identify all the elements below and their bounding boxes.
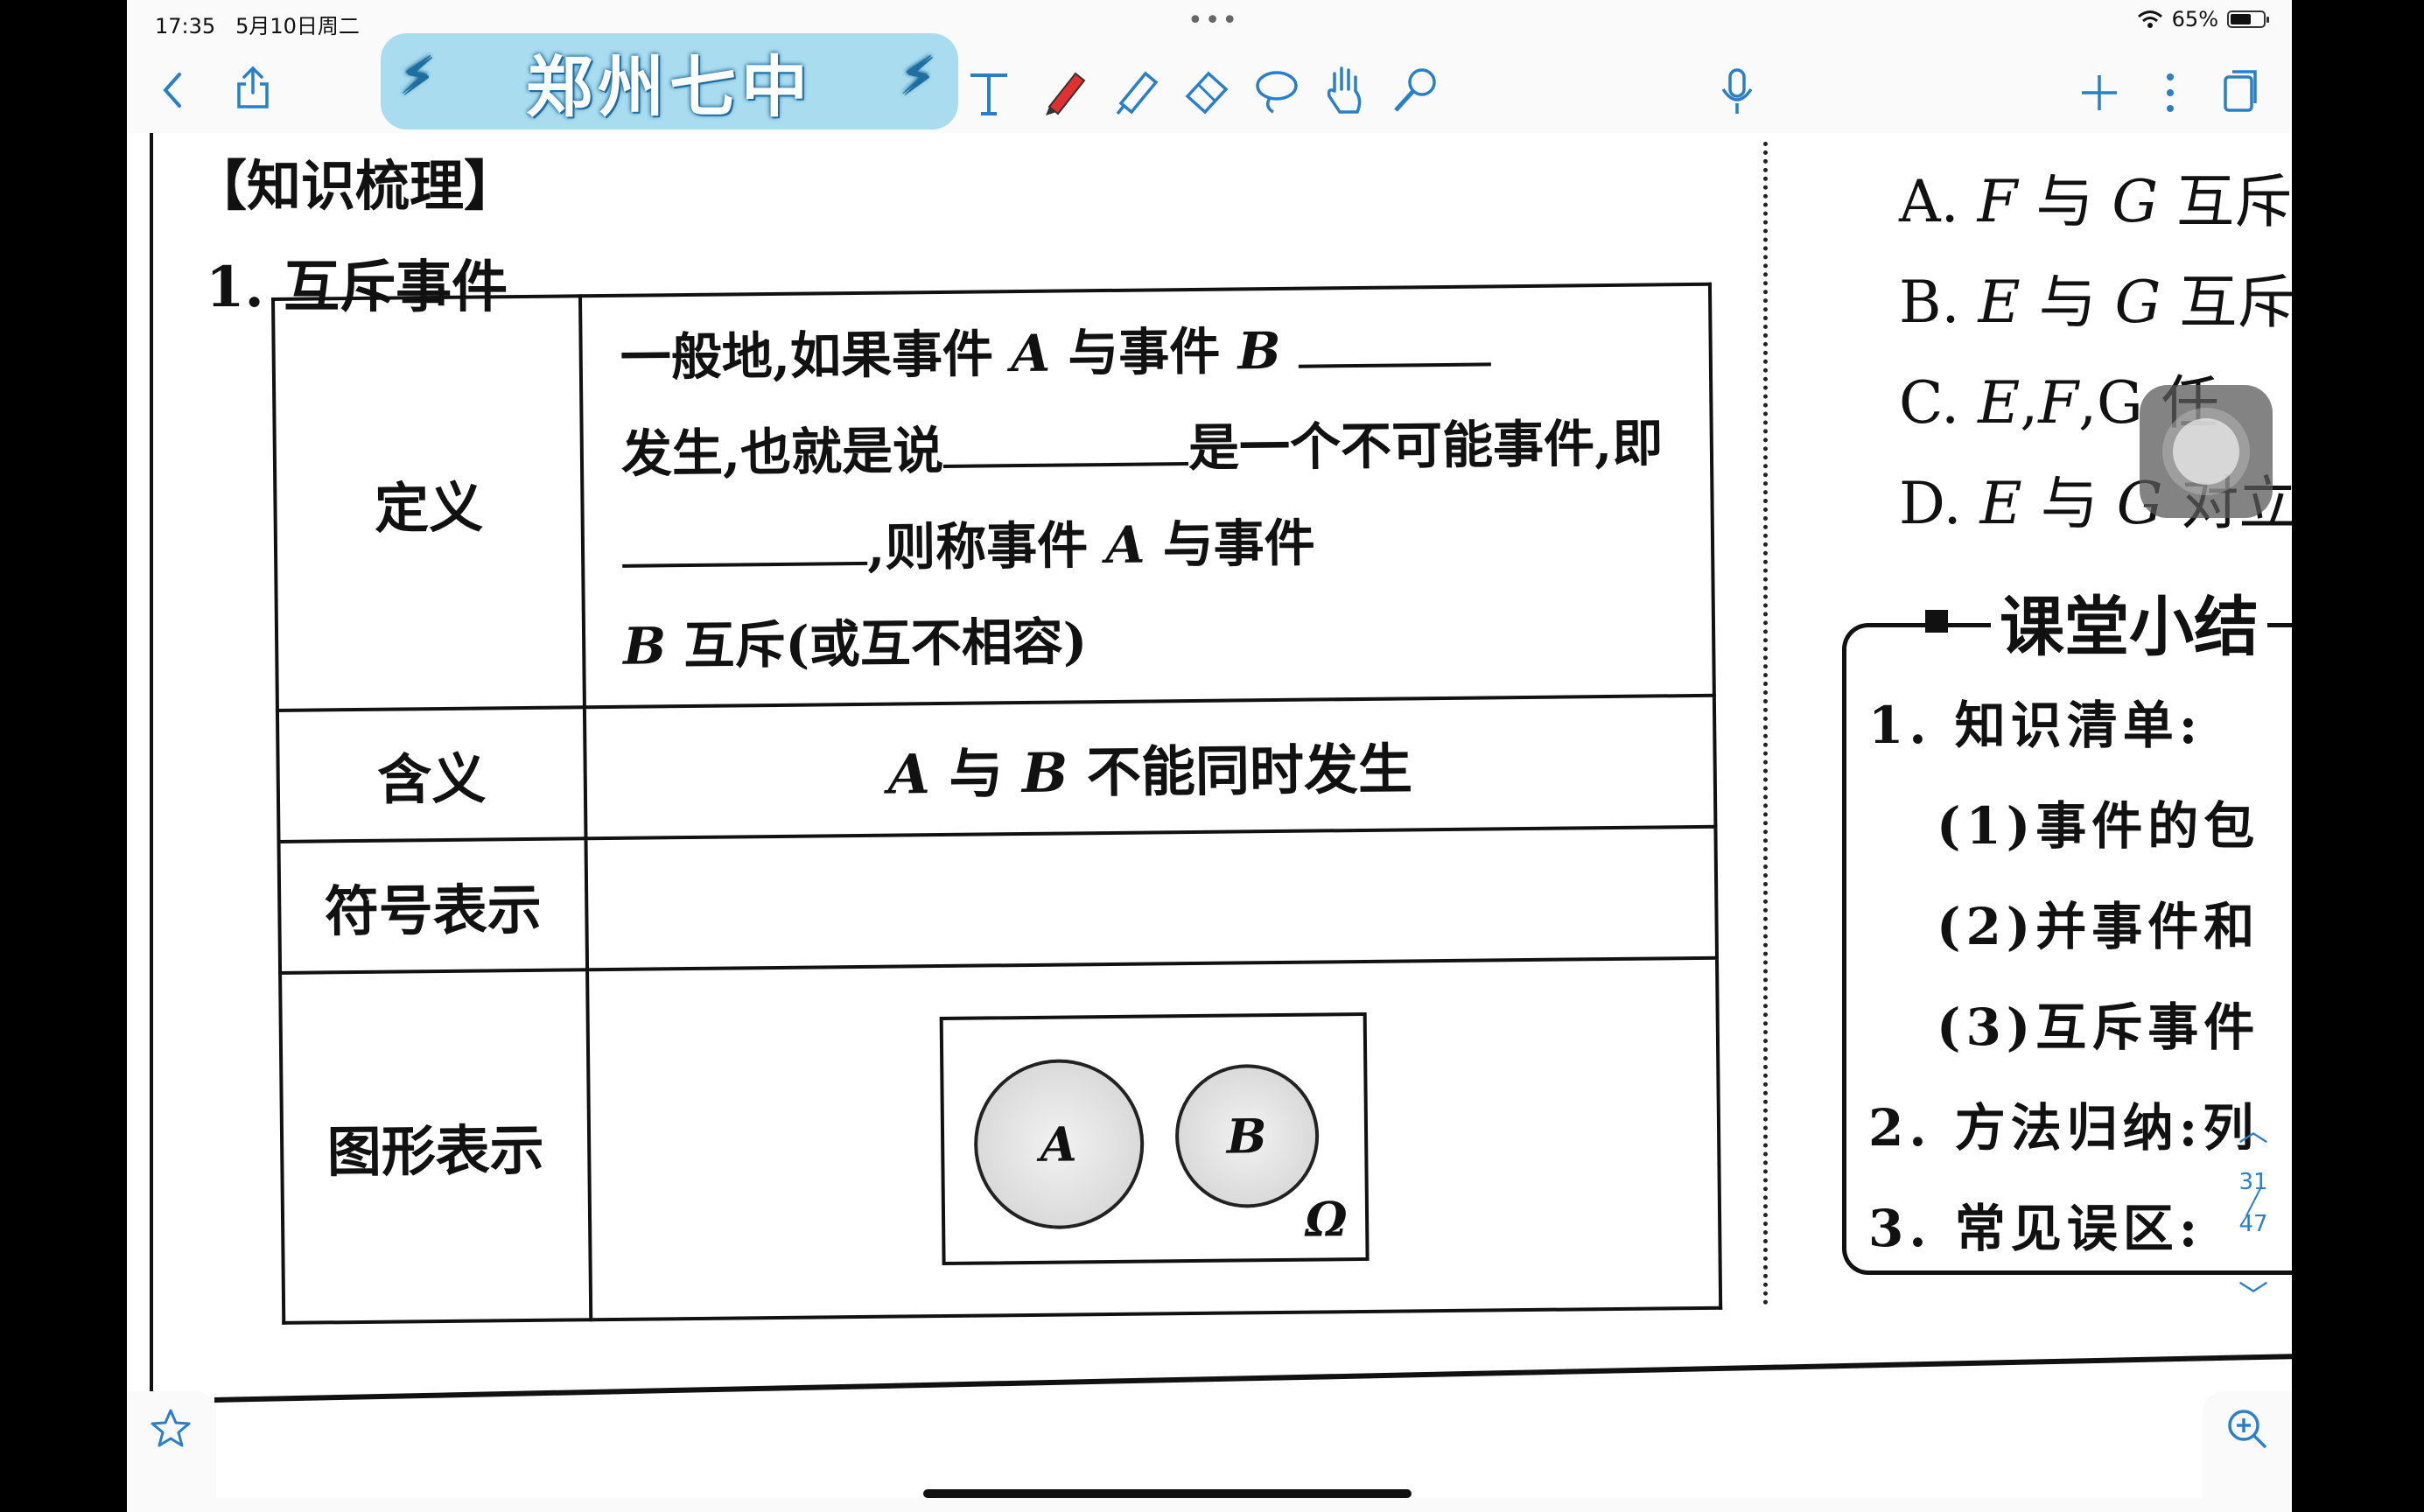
total-pages: 47 <box>2238 1211 2268 1237</box>
page-down-icon[interactable]: ﹀ <box>2227 1272 2280 1315</box>
hand-icon[interactable] <box>1322 65 1368 116</box>
venn-circle-b: B <box>1173 1063 1320 1209</box>
multitask-dots-icon[interactable]: ••• <box>1187 5 1239 36</box>
meaning-label: 含义 <box>277 707 586 842</box>
laser-pointer-icon[interactable] <box>1391 66 1440 116</box>
star-icon[interactable] <box>150 1407 192 1449</box>
symbol-cell[interactable] <box>585 826 1717 970</box>
column-divider <box>1763 142 1768 1306</box>
meaning-text: A 与 B 不能同时发生 <box>584 695 1716 839</box>
share-icon[interactable] <box>234 65 272 110</box>
highlighter-icon[interactable] <box>1112 66 1161 116</box>
summary-title: 课堂小结 <box>1991 575 2267 668</box>
left-panel-tab <box>127 1391 216 1512</box>
page-up-icon[interactable]: ︿ <box>2227 1107 2280 1150</box>
more-icon[interactable] <box>2166 72 2175 114</box>
venn-circle-a: A <box>972 1058 1145 1230</box>
time-text: 17:35 <box>155 14 216 38</box>
summary-line: 1. 知识清单: <box>1868 696 2203 755</box>
text-tool-icon[interactable] <box>967 68 1011 117</box>
add-icon[interactable] <box>2080 74 2119 112</box>
page-navigator: ︿ 31 ╱ 47 ﹀ <box>2227 1107 2280 1334</box>
pages-icon[interactable] <box>2222 68 2260 114</box>
blank-2[interactable] <box>942 408 1189 468</box>
pen-icon[interactable] <box>1040 66 1089 116</box>
status-time: 17:35 5月10日周二 <box>155 9 360 39</box>
summary-bullet <box>1925 610 1948 633</box>
right-panel-tab <box>2203 1391 2292 1512</box>
symbol-label: 符号表示 <box>278 838 588 973</box>
blank-3[interactable] <box>621 507 868 568</box>
page-border-left <box>150 133 153 1397</box>
page-bottom-rule <box>214 1353 2292 1403</box>
logo-text: 郑州七中 <box>526 48 813 126</box>
document-page: 【知识梳理】 1. 互斥事件 定义 一般地,如果事件 A 与事件 B 发生,也就… <box>127 133 2292 1498</box>
mutually-exclusive-table: 定义 一般地,如果事件 A 与事件 B 发生,也就是说 是一个不可能事件,即,则称… <box>271 283 1722 1325</box>
back-icon[interactable] <box>162 72 183 108</box>
summary-line: (2)并事件和 <box>1937 897 2260 956</box>
definition-text: 一般地,如果事件 A 与事件 B 发生,也就是说 是一个不可能事件,即,则称事件 … <box>583 297 1712 695</box>
blank-1[interactable] <box>1298 308 1491 368</box>
eraser-icon[interactable] <box>1182 66 1231 116</box>
date-text: 5月10日周二 <box>235 14 360 38</box>
status-right: 65% <box>2137 7 2269 32</box>
microphone-icon[interactable] <box>1720 66 1755 116</box>
battery-percent: 65% <box>2171 7 2218 32</box>
pdf-viewer-app: 17:35 5月10日周二 ••• 65% ⚡ 郑州七中 ⚡ 【知识梳理】 1.… <box>127 0 2292 1512</box>
definition-label: 定义 <box>273 296 585 710</box>
home-indicator[interactable] <box>923 1489 1412 1498</box>
lasso-icon[interactable] <box>1252 66 1301 116</box>
zoom-in-icon[interactable] <box>2225 1407 2269 1451</box>
venn-diagram: A B Ω <box>939 1012 1370 1266</box>
summary-line: 3. 常见误区: <box>1868 1199 2203 1258</box>
figure-label: 图形表示 <box>280 970 592 1323</box>
summary-line: (3)互斥事件 <box>1937 998 2260 1057</box>
summary-line: (1)事件的包 <box>1937 796 2260 856</box>
battery-icon <box>2227 10 2269 28</box>
venn-omega-label: Ω <box>1305 1191 1348 1248</box>
figure-cell: A B Ω <box>587 957 1721 1320</box>
wifi-icon <box>2137 10 2162 28</box>
option-b[interactable]: B. E 与 G 互斥 <box>1899 256 2292 340</box>
assistive-touch-button[interactable] <box>2140 385 2273 518</box>
option-a[interactable]: A. F 与 G 互斥 <box>1899 155 2292 239</box>
definition-cell: 一般地,如果事件 A 与事件 B 发生,也就是说 是一个不可能事件,即,则称事件 … <box>580 284 1714 708</box>
summary-line: 2. 方法归纳:列 <box>1868 1098 2259 1158</box>
school-logo: ⚡ 郑州七中 ⚡ <box>381 33 958 130</box>
section-heading: 【知识梳理】 <box>193 154 519 218</box>
